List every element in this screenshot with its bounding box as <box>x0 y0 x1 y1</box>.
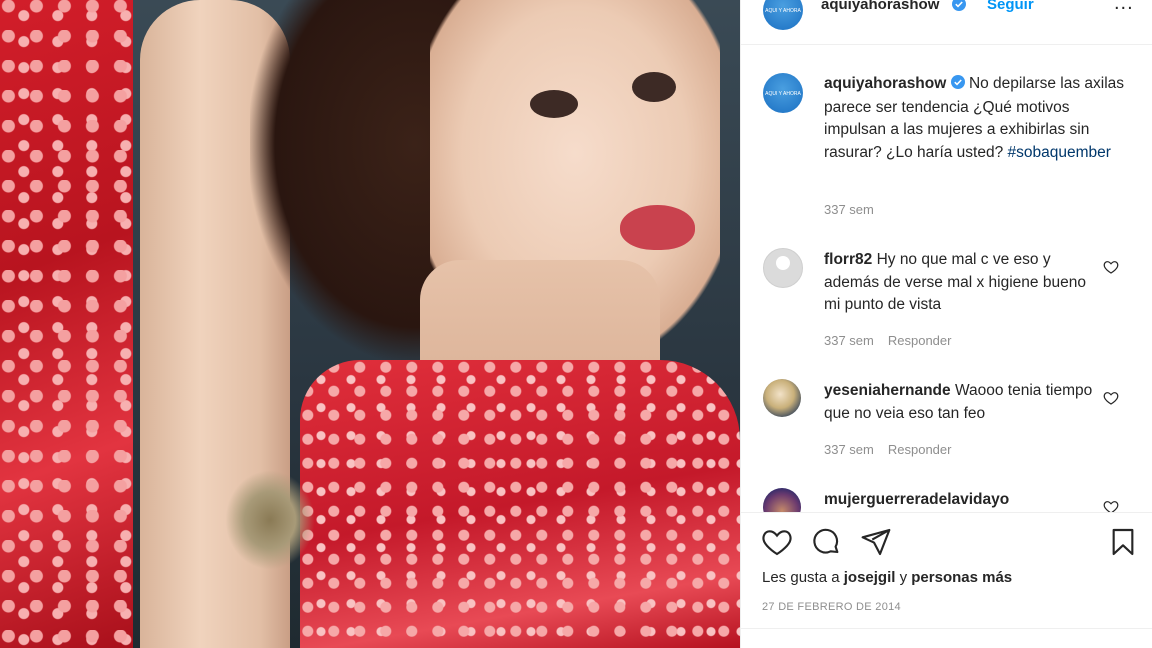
bookmark-icon[interactable] <box>1107 526 1139 563</box>
comment-avatar[interactable] <box>763 248 803 288</box>
comment-avatar[interactable] <box>763 488 801 512</box>
reply-button[interactable]: Responder <box>888 333 952 348</box>
verified-icon <box>952 0 966 16</box>
likes-conjunction: y <box>899 569 908 586</box>
post-image[interactable] <box>0 0 740 648</box>
avatar-logo-text: AQUI Y AHORA <box>765 8 801 14</box>
divider <box>741 628 1152 629</box>
post-date[interactable]: 27 DE FEBRERO DE 2014 <box>762 601 901 613</box>
comment-meta: 337 sem Responder <box>824 333 951 348</box>
verified-icon <box>950 74 965 97</box>
comment-username[interactable]: mujerguerreradelavidayo <box>824 491 1009 508</box>
comment: yeseniahernande Waooo tenia tiempo que n… <box>824 380 1094 425</box>
caption-avatar[interactable]: AQUI Y AHORA <box>763 73 803 113</box>
image-eye-right <box>632 72 676 102</box>
reply-button[interactable]: Responder <box>888 442 952 457</box>
comment-meta: 337 sem Responder <box>824 442 951 457</box>
comment-username[interactable]: yeseniahernande <box>824 382 951 399</box>
image-eye-left <box>530 90 578 118</box>
author-username[interactable]: aquiyahorashow <box>821 0 939 13</box>
more-icon[interactable]: ... <box>1114 0 1134 15</box>
comment-like-heart-icon[interactable] <box>1103 259 1119 280</box>
share-icon[interactable] <box>860 526 892 563</box>
comment-time[interactable]: 337 sem <box>824 333 874 348</box>
caption-time: 337 sem <box>824 202 874 217</box>
comments-list[interactable]: AQUI Y AHORA aquiyahorashow No depilarse… <box>741 45 1152 513</box>
comment-icon[interactable] <box>810 526 842 563</box>
follow-button[interactable]: Seguir <box>987 0 1034 13</box>
avatar-logo-text: AQUI Y AHORA <box>765 91 801 97</box>
image-red-sequin-strip <box>0 0 133 648</box>
caption-timestamp[interactable]: 337 sem <box>824 202 874 217</box>
comment-like-heart-icon[interactable] <box>1103 499 1119 512</box>
caption: aquiyahorashow No depilarse las axilas p… <box>824 73 1124 164</box>
comment: florr82 Hy no que mal c ve eso y además … <box>824 249 1094 317</box>
comment-avatar[interactable] <box>763 379 801 417</box>
comment: mujerguerreradelavidayo <box>824 489 1094 512</box>
caption-username[interactable]: aquiyahorashow <box>824 75 946 92</box>
heart-icon[interactable] <box>761 526 793 563</box>
image-red-dress <box>300 360 740 648</box>
likes-username[interactable]: josejgil <box>844 569 896 586</box>
image-armpit <box>225 470 315 570</box>
post-side-panel: AQUI Y AHORA aquiyahorashow Seguir ... A… <box>740 0 1152 648</box>
image-lips <box>620 205 695 250</box>
author-avatar[interactable]: AQUI Y AHORA <box>763 0 803 30</box>
likes-prefix: Les gusta a <box>762 569 840 586</box>
comment-like-heart-icon[interactable] <box>1103 390 1119 411</box>
post-header: AQUI Y AHORA aquiyahorashow Seguir ... <box>741 0 1152 45</box>
comment-time[interactable]: 337 sem <box>824 442 874 457</box>
comment-username[interactable]: florr82 <box>824 251 872 268</box>
likes-summary: Les gusta a josejgil y personas más <box>762 569 1012 586</box>
caption-hashtag[interactable]: #sobaquember <box>1008 144 1111 161</box>
likes-others-link[interactable]: personas más <box>911 569 1012 586</box>
